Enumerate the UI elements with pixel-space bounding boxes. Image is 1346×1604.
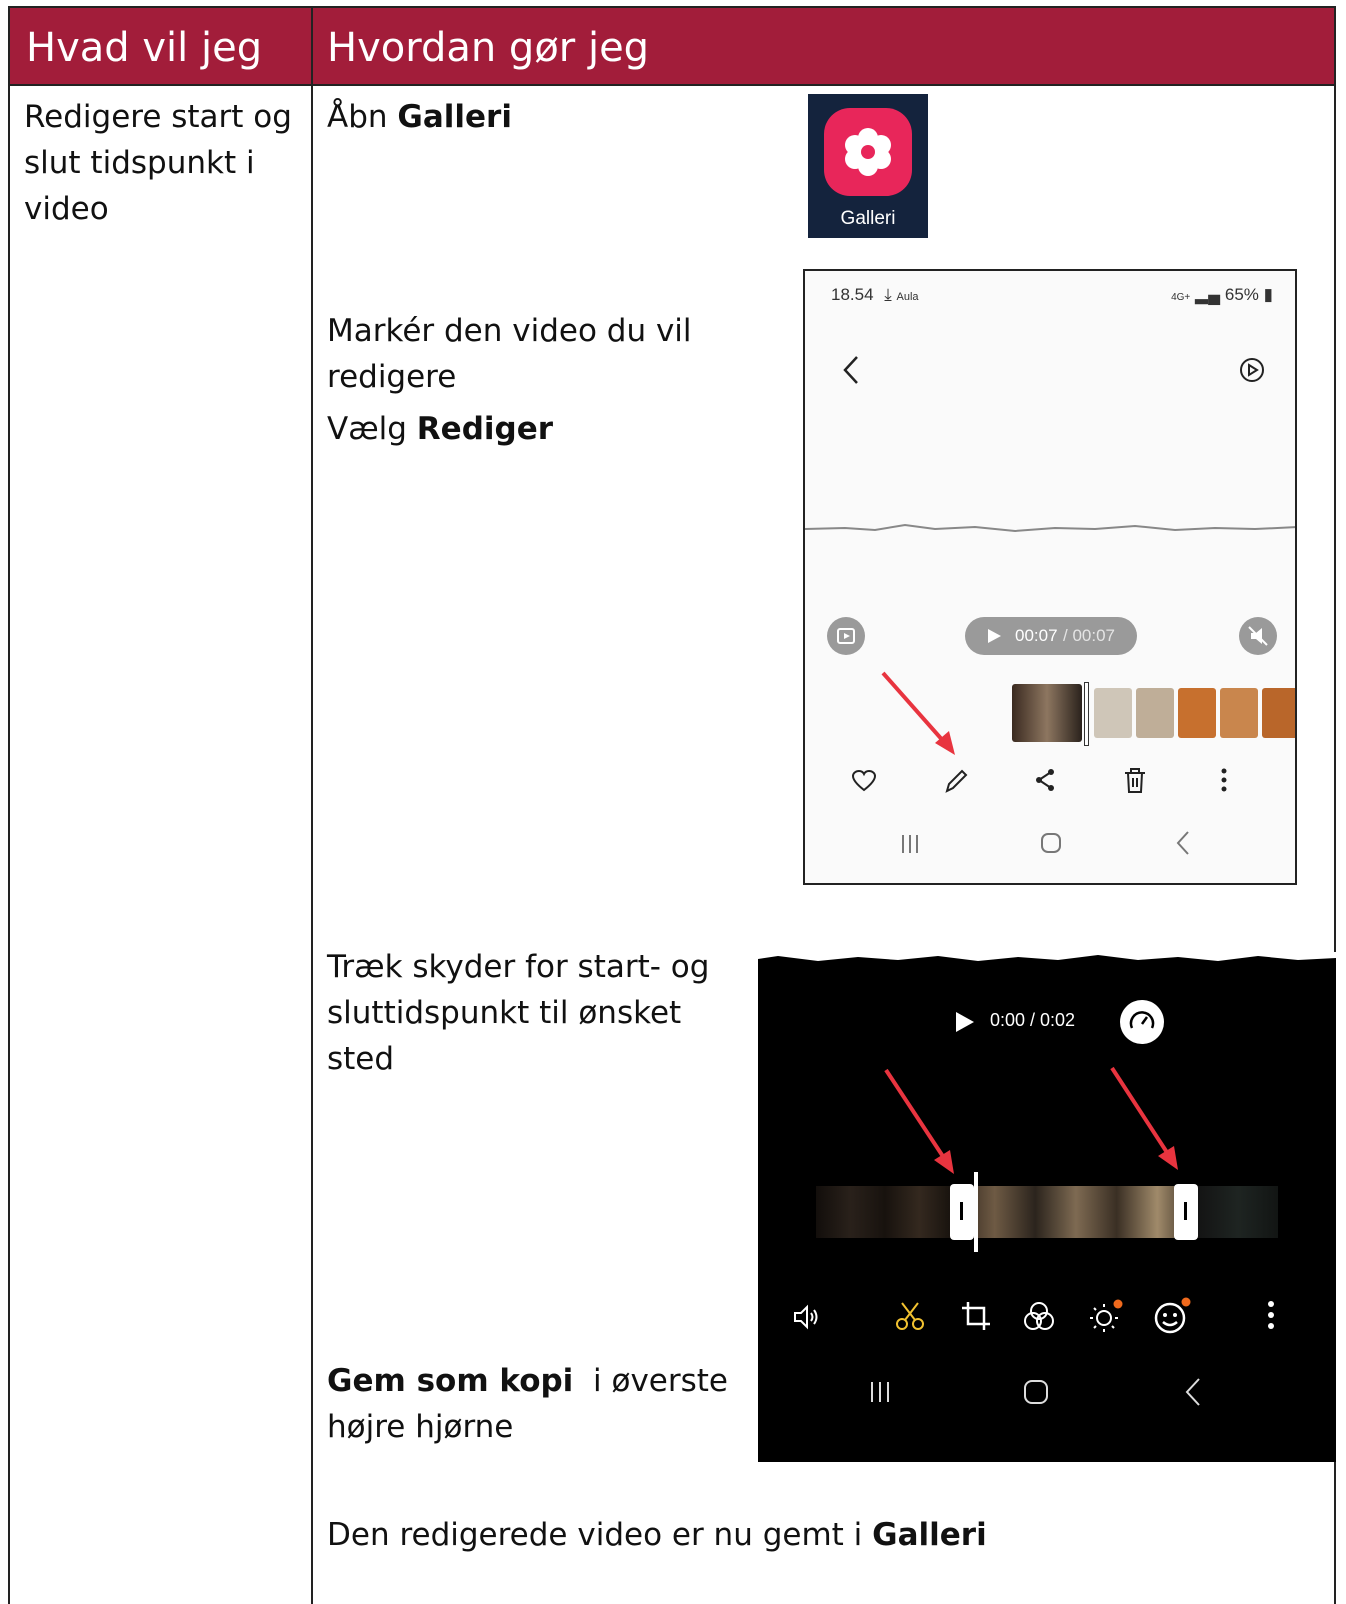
back-chevron-icon[interactable] — [839, 353, 863, 387]
trimmed-region-start — [816, 1186, 954, 1238]
thumbnail[interactable] — [1220, 688, 1258, 738]
step-bold-text: Galleri — [397, 99, 512, 135]
step-saved-info: Den redigerede video er nu gemt i Galler… — [327, 1512, 987, 1558]
mute-icon[interactable] — [1239, 617, 1277, 655]
edit-time: 0:00 / 0:02 — [990, 1010, 1076, 1030]
column-divider — [311, 8, 313, 1604]
step-text: sted — [327, 1041, 395, 1077]
step-select-video: Markér den video du vil redigere — [327, 308, 692, 400]
thumbnail[interactable] — [1178, 688, 1216, 738]
step-text: Den redigerede video er nu gemt i — [327, 1517, 873, 1553]
step-text: Vælg — [327, 411, 417, 447]
status-bar-left: 18.54 ⤓ Aula — [831, 285, 919, 305]
step-bold-text: Galleri — [872, 1517, 987, 1553]
rotate-video-icon[interactable] — [1237, 355, 1267, 385]
step-choose-edit: Vælg Rediger — [327, 406, 553, 452]
status-time: 18.54 — [831, 285, 874, 304]
header-how: Hvordan gør jeg — [327, 25, 650, 71]
battery-icon: ▮ — [1263, 285, 1273, 304]
red-arrow-end-icon — [1110, 1066, 1178, 1170]
playback-pill[interactable]: 00:07 / 00:07 — [965, 617, 1137, 655]
capture-icon[interactable] — [827, 617, 865, 655]
time-current: 00:07 — [1015, 626, 1058, 645]
recents-icon[interactable] — [899, 833, 921, 855]
step-drag-sliders: Træk skyder for start- og sluttidspunkt … — [327, 944, 709, 1082]
task-line: Redigere start og — [24, 99, 292, 135]
gallery-app-icon[interactable]: Galleri — [808, 94, 928, 238]
gallery-video-screenshot: 18.54 ⤓ Aula 4G+ ▂▄ 65% ▮ 00:07 / 00:07 — [803, 269, 1297, 885]
thumbnail-current[interactable] — [1012, 684, 1082, 742]
thumbnail[interactable] — [1094, 688, 1132, 738]
step-text: Åbn — [327, 99, 398, 135]
back-icon[interactable] — [1173, 829, 1193, 857]
step-text: Markér den video du vil — [327, 313, 692, 349]
step-text: sluttidspunkt til ønsket — [327, 995, 682, 1031]
battery-percent: 65% — [1224, 285, 1259, 304]
recents-icon[interactable] — [868, 1380, 892, 1404]
status-app: Aula — [896, 291, 919, 303]
header-what: Hvad vil jeg — [26, 25, 263, 71]
step-text: Træk skyder for start- og — [327, 949, 710, 985]
trim-start-handle[interactable] — [950, 1184, 974, 1240]
scrub-handle[interactable] — [1084, 682, 1089, 746]
play-icon[interactable] — [954, 1010, 976, 1034]
network-label: 4G+ — [1171, 292, 1191, 303]
selected-region — [954, 1186, 1198, 1238]
pencil-icon[interactable] — [943, 767, 969, 795]
heart-icon[interactable] — [851, 769, 877, 793]
signal-icon: ▂▄ — [1195, 285, 1221, 304]
crop-icon[interactable] — [960, 1300, 992, 1332]
task-line: slut tidspunkt i — [24, 145, 255, 181]
video-editor-screenshot: 0:00 / 0:02 — [758, 952, 1336, 1462]
trash-icon[interactable] — [1123, 767, 1147, 795]
play-icon[interactable] — [985, 627, 1003, 645]
home-icon[interactable] — [1039, 831, 1063, 855]
time-total: / 00:07 — [1063, 617, 1115, 655]
time-total-value: 00:07 — [1072, 626, 1115, 645]
trim-filmstrip[interactable] — [816, 1172, 1278, 1252]
flower-icon — [824, 108, 912, 196]
filter-icon[interactable] — [1022, 1300, 1056, 1334]
gallery-label: Galleri — [840, 208, 896, 229]
step-text: højre hjørne — [327, 1409, 514, 1445]
home-icon[interactable] — [1022, 1378, 1050, 1406]
more-icon[interactable] — [1219, 767, 1229, 795]
task-text: Redigere start og slut tidspunkt i video — [24, 94, 292, 232]
volume-icon[interactable] — [792, 1304, 822, 1330]
task-line: video — [24, 191, 109, 227]
torn-edge — [805, 523, 1295, 533]
share-icon[interactable] — [1033, 767, 1057, 793]
speed-icon[interactable] — [1120, 1000, 1164, 1044]
scissors-icon[interactable] — [894, 1300, 926, 1332]
status-bar-right: 4G+ ▂▄ 65% ▮ — [1171, 285, 1273, 305]
video-thumbnail-strip[interactable] — [1012, 682, 1295, 746]
playhead[interactable] — [974, 1172, 978, 1252]
step-open-gallery: Åbn Galleri — [327, 94, 512, 140]
thumbnail[interactable] — [1262, 688, 1295, 738]
trimmed-region-end — [1198, 1186, 1278, 1238]
step-text: redigere — [327, 359, 457, 395]
table-header: Hvad vil jeg Hvordan gør jeg — [10, 8, 1334, 86]
back-icon[interactable] — [1182, 1376, 1204, 1408]
sticker-icon[interactable] — [1150, 1294, 1192, 1336]
torn-edge — [758, 952, 1336, 961]
step-save-copy: Gem som kopi i øverste højre hjørne — [327, 1358, 728, 1450]
more-icon[interactable] — [1266, 1300, 1276, 1330]
red-arrow-icon — [881, 671, 955, 755]
trim-end-handle[interactable] — [1174, 1184, 1198, 1240]
step-bold-text: Gem som kopi — [327, 1363, 574, 1399]
download-icon: ⤓ — [884, 285, 892, 304]
thumbnail[interactable] — [1136, 688, 1174, 738]
step-text: i øverste — [573, 1363, 728, 1399]
brightness-icon[interactable] — [1086, 1296, 1126, 1336]
red-arrow-start-icon — [884, 1068, 954, 1174]
step-bold-text: Rediger — [416, 411, 554, 447]
